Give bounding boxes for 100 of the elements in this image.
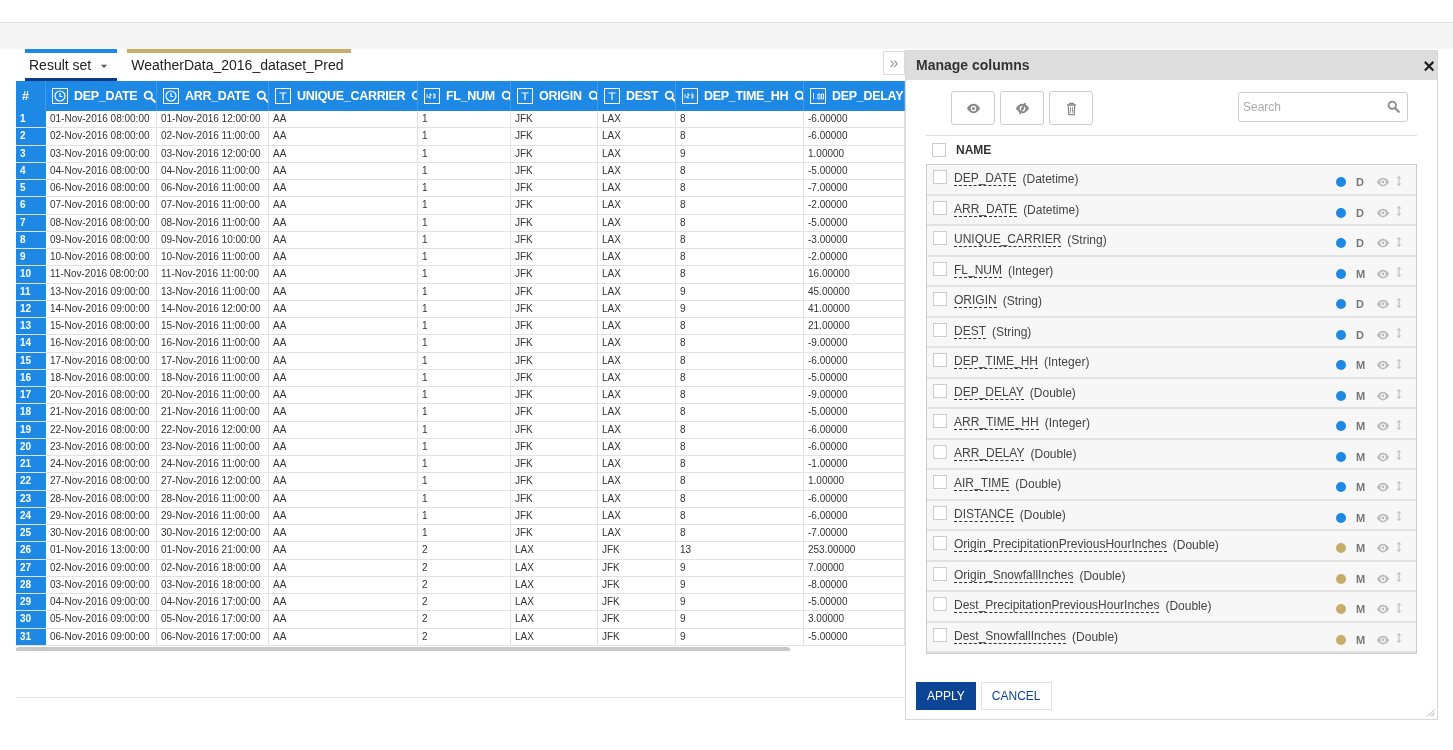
table-cell: JFK xyxy=(511,438,598,455)
drag-handle-icon[interactable] xyxy=(1394,539,1404,554)
column-list-item[interactable]: Dest_PrecipitationPreviousHourInches (Double) M xyxy=(927,592,1416,623)
table-cell: 8 xyxy=(676,197,804,214)
column-list-item[interactable]: ARR_DELAY (Double) M xyxy=(927,439,1416,470)
cancel-button[interactable]: CANCEL xyxy=(980,682,1052,710)
checkbox[interactable] xyxy=(933,292,947,306)
apply-button[interactable]: APPLY xyxy=(916,682,976,710)
table-cell: 8 xyxy=(676,421,804,438)
scrollbar-thumb[interactable] xyxy=(16,646,790,651)
column-list-item[interactable]: UNIQUE_CARRIER (String) D xyxy=(927,226,1416,257)
table-cell: LAX xyxy=(598,162,676,179)
search-icon[interactable] xyxy=(794,89,803,103)
table-cell: LAX xyxy=(598,128,676,145)
checkbox[interactable] xyxy=(933,444,947,459)
column-header[interactable]: DEP_DELAY xyxy=(832,86,904,106)
table-cell: JFK xyxy=(598,542,676,559)
column-list-item[interactable]: DEP_DATE (Datetime) D xyxy=(927,165,1416,196)
drag-handle-icon[interactable] xyxy=(1394,600,1404,615)
column-list-item[interactable]: Dest_SnowfallInches (Double) M xyxy=(927,622,1416,653)
number-type-icon xyxy=(682,88,698,104)
checkbox[interactable] xyxy=(933,231,947,245)
column-list-item[interactable]: DISTANCE (Double) M xyxy=(927,500,1416,531)
drag-handle-icon[interactable] xyxy=(1394,478,1404,493)
column-type: (Double) xyxy=(1072,628,1119,646)
column-list-item[interactable]: FL_NUM (Integer) M xyxy=(927,256,1416,287)
role-label: D xyxy=(1356,297,1365,312)
drag-handle-icon[interactable] xyxy=(1394,570,1404,585)
column-header[interactable]: DEP_DATE xyxy=(74,86,138,106)
checkbox[interactable] xyxy=(932,143,946,157)
toolbar-button[interactable] xyxy=(1049,91,1093,125)
checkbox[interactable] xyxy=(933,383,947,398)
checkbox[interactable] xyxy=(933,200,947,215)
checkbox[interactable] xyxy=(933,536,947,550)
checkbox[interactable] xyxy=(933,505,947,520)
checkbox[interactable] xyxy=(933,597,947,611)
close-button[interactable]: × xyxy=(1423,55,1435,76)
checkbox[interactable] xyxy=(933,414,947,428)
table-cell: JFK xyxy=(511,369,598,386)
row-number: 13 xyxy=(16,318,46,335)
table-cell: 1 xyxy=(418,266,511,283)
checkbox[interactable] xyxy=(933,322,947,337)
table-cell: 24-Nov-2016 08:00:00 xyxy=(46,456,157,473)
drag-handle-icon[interactable] xyxy=(1394,356,1404,371)
column-list-item[interactable]: DEST (String) D xyxy=(927,317,1416,348)
role-label: M xyxy=(1356,449,1366,465)
checkbox[interactable] xyxy=(933,475,947,489)
drag-handle-icon[interactable] xyxy=(1394,417,1404,432)
search-icon[interactable] xyxy=(664,89,675,103)
column-list-item[interactable]: DEP_DELAY (Double) M xyxy=(927,378,1416,409)
table-cell: 04-Nov-2016 11:00:00 xyxy=(157,162,269,179)
drag-handle-icon[interactable] xyxy=(1394,509,1404,524)
column-header[interactable]: FL_NUM xyxy=(446,86,495,106)
column-list-item[interactable]: DEP_TIME_HH (Integer) M xyxy=(927,348,1416,379)
table-cell: 1 xyxy=(418,404,511,421)
toolbar-button[interactable] xyxy=(1000,91,1044,125)
column-header[interactable]: DEP_TIME_HH xyxy=(704,86,789,106)
drag-handle-icon[interactable] xyxy=(1394,204,1404,219)
column-header[interactable]: DEST xyxy=(626,86,659,106)
drag-handle-icon[interactable] xyxy=(1394,173,1404,188)
checkbox[interactable] xyxy=(933,566,947,581)
checkbox[interactable] xyxy=(933,627,947,642)
table-cell: JFK xyxy=(511,180,598,197)
table-cell: AA xyxy=(269,162,418,179)
drag-handle-icon[interactable] xyxy=(1394,326,1404,341)
search-icon[interactable] xyxy=(1387,100,1400,113)
table-cell: 1 xyxy=(418,283,511,300)
drag-handle-icon[interactable] xyxy=(1394,295,1404,310)
table-cell: 2 xyxy=(418,542,511,559)
column-header[interactable]: # xyxy=(22,86,29,106)
search-field[interactable]: Search xyxy=(1238,92,1408,122)
table-cell: AA xyxy=(269,352,418,369)
row-number: 9 xyxy=(16,249,46,266)
column-name: Origin_PrecipitationPreviousHourInches xyxy=(954,537,1167,552)
search-icon[interactable] xyxy=(587,89,597,103)
role-label: M xyxy=(1356,419,1366,434)
column-header[interactable]: ORIGIN xyxy=(539,86,582,106)
drag-handle-icon[interactable] xyxy=(1394,448,1404,463)
column-list-item[interactable]: Origin_SnowfallInches (Double) M xyxy=(927,561,1416,592)
drag-handle-icon[interactable] xyxy=(1394,387,1404,402)
column-header[interactable]: ARR_DATE xyxy=(185,86,250,106)
checkbox[interactable] xyxy=(933,353,947,367)
column-list-item[interactable]: ORIGIN (String) D xyxy=(927,287,1416,318)
column-list-item[interactable]: Origin_PrecipitationPreviousHourInches (Double) M xyxy=(927,531,1416,562)
column-list-item[interactable]: ARR_TIME_HH (Integer) M xyxy=(927,409,1416,440)
drag-handle-icon[interactable] xyxy=(1394,631,1404,646)
column-list-item[interactable]: ARR_DATE (Datetime) D xyxy=(927,195,1416,226)
table-cell: JFK xyxy=(511,490,598,507)
search-icon[interactable] xyxy=(143,89,156,103)
column-header[interactable]: UNIQUE_CARRIER xyxy=(297,86,406,106)
search-icon[interactable] xyxy=(500,89,510,103)
column-list-item[interactable]: AIR_TIME (Double) M xyxy=(927,470,1416,501)
checkbox[interactable] xyxy=(933,170,947,184)
table-cell: 2 xyxy=(418,576,511,593)
search-icon[interactable] xyxy=(255,89,268,103)
checkbox[interactable] xyxy=(933,261,947,276)
toolbar-button[interactable] xyxy=(951,91,995,125)
drag-handle-icon[interactable] xyxy=(1394,265,1404,280)
table-cell: 1 xyxy=(418,145,511,162)
drag-handle-icon[interactable] xyxy=(1394,234,1404,249)
